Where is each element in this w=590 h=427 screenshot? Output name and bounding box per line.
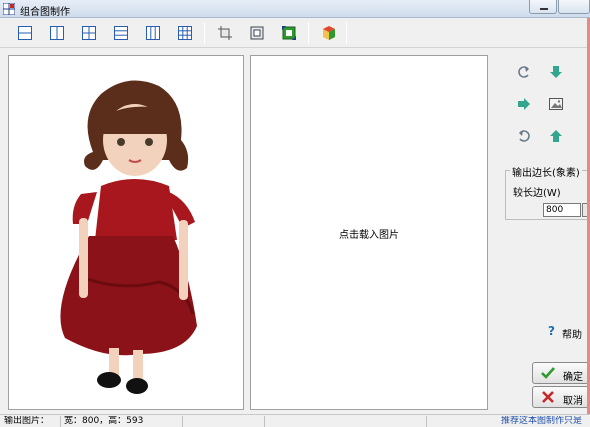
toolbar <box>0 18 590 48</box>
help-label: 帮助 <box>562 330 582 341</box>
color-button[interactable] <box>318 22 340 44</box>
image-panel-right[interactable]: 点击载入图片 <box>250 55 488 410</box>
layout-two-columns-icon <box>50 26 64 40</box>
layout-3x3-icon <box>178 26 192 40</box>
layout-two-rows-icon <box>18 26 32 40</box>
rotate-ccw-button[interactable] <box>516 64 532 80</box>
layout-three-columns-button[interactable] <box>142 22 164 44</box>
window-title: 组合图制作 <box>20 7 70 18</box>
app-window: 组合图制作 点击载入图片 输出边长(象素) 较长边(W) 800 ? 帮助 确定… <box>0 0 590 427</box>
minimize-button[interactable] <box>529 0 557 14</box>
cancel-label: 取消 <box>563 396 583 407</box>
move-right-button[interactable] <box>516 96 532 112</box>
layout-3x3-button[interactable] <box>174 22 196 44</box>
status-right-text: 推荐这本图制作只是 <box>426 416 586 427</box>
move-down-button[interactable] <box>548 64 564 80</box>
rotate-cw-icon <box>519 130 530 142</box>
close-icon <box>542 391 554 403</box>
arrow-up-icon <box>550 130 562 142</box>
arrow-right-icon <box>518 98 530 110</box>
title-bar: 组合图制作 <box>0 0 590 18</box>
layout-two-rows-button[interactable] <box>14 22 36 44</box>
toolbar-separator <box>346 22 347 44</box>
status-pane <box>264 416 424 427</box>
status-pane <box>182 416 262 427</box>
status-bar: 输出图片： 宽：800，高：593 推荐这本图制作只是 <box>0 414 590 427</box>
rotate-cw-button[interactable] <box>516 128 532 144</box>
layout-2x2-icon <box>82 26 96 40</box>
output-size-group-title: 输出边长(象素) <box>510 164 582 179</box>
toolbar-separator <box>308 22 309 44</box>
layout-three-rows-button[interactable] <box>110 22 132 44</box>
status-output-label: 输出图片： <box>4 416 50 426</box>
move-up-button[interactable] <box>548 128 564 144</box>
load-image-prompt[interactable]: 点击载入图片 <box>251 226 487 241</box>
ok-button[interactable]: 确定 <box>532 362 590 384</box>
resize-icon <box>282 26 296 40</box>
layout-2x2-button[interactable] <box>78 22 100 44</box>
resize-button[interactable] <box>278 22 300 44</box>
long-side-input[interactable]: 800 <box>543 203 581 217</box>
doll-photo <box>9 56 243 409</box>
toolbar-separator <box>204 22 205 44</box>
minimize-icon <box>540 8 548 10</box>
app-icon <box>3 3 15 15</box>
crop-button[interactable] <box>214 22 236 44</box>
status-size: 宽：800，高：593 <box>60 416 180 427</box>
crop-icon <box>218 26 232 40</box>
window-control-button[interactable] <box>558 0 590 14</box>
color-icon <box>323 26 335 40</box>
checkmark-icon <box>541 367 555 379</box>
layout-two-columns-button[interactable] <box>46 22 68 44</box>
ok-label: 确定 <box>563 372 583 383</box>
help-button[interactable]: ? 帮助 <box>545 323 590 341</box>
long-side-label: 较长边(W) <box>513 188 561 199</box>
image-icon <box>549 98 563 110</box>
layout-three-rows-icon <box>114 26 128 40</box>
center-image-button[interactable] <box>548 96 564 112</box>
fit-icon <box>250 26 264 40</box>
rotate-ccw-icon <box>518 66 529 78</box>
layout-three-columns-icon <box>146 26 160 40</box>
cancel-button[interactable]: 取消 <box>532 386 590 408</box>
help-icon: ? <box>548 324 555 338</box>
arrow-down-icon <box>550 66 562 78</box>
fit-button[interactable] <box>246 22 268 44</box>
image-panel-left[interactable] <box>8 55 244 410</box>
